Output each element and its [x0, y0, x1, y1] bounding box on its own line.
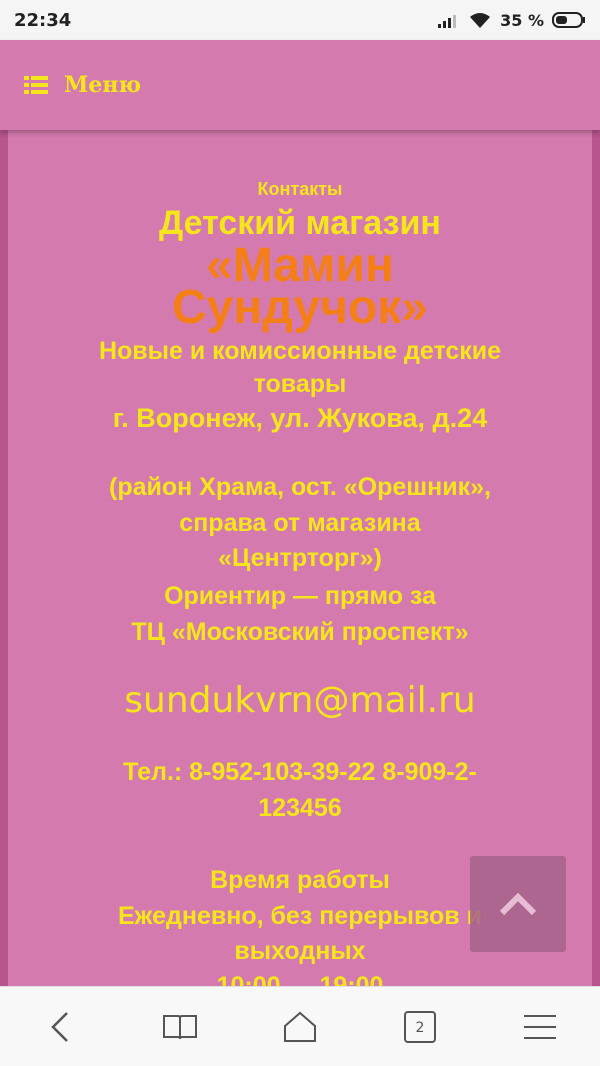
subtitle-line2: товары [253, 370, 347, 398]
tab-count: 2 [416, 1020, 425, 1036]
page-edge-right [592, 130, 600, 986]
phone-line2[interactable]: 123456 [8, 792, 592, 824]
page-edge-left [0, 130, 8, 986]
address: г. Воронеж, ул. Жукова, д.24 [112, 403, 488, 433]
status-time: 22:34 [14, 9, 72, 31]
tabs-icon: 2 [404, 1010, 436, 1043]
menu-icon [524, 1014, 556, 1039]
phone-line1[interactable]: Тел.: 8-952-103-39-22 8-909-2- [8, 756, 592, 788]
status-indicators: 35 % [438, 11, 586, 30]
home-icon [284, 1011, 316, 1042]
menu-label: Меню [64, 72, 142, 98]
battery-icon [552, 12, 585, 28]
home-button[interactable] [270, 997, 330, 1057]
directions-line: «Центрторг») [218, 544, 382, 572]
directions-line: (район Храма, ост. «Орешник», [109, 473, 491, 501]
status-bar: 22:34 35 % [0, 0, 600, 40]
list-icon [24, 76, 48, 94]
book-icon [163, 1014, 197, 1039]
contacts-heading: Контакты [257, 179, 343, 199]
subtitle-line1: Новые и комиссионные детские [98, 337, 502, 365]
signal-icon [438, 15, 457, 28]
browser-menu-button[interactable] [510, 997, 570, 1057]
browser-nav-bar: 2 [0, 986, 600, 1066]
hours-time: 10:00 — 19:00 [216, 972, 384, 986]
bookmarks-button[interactable] [150, 997, 210, 1057]
scroll-top-button[interactable] [470, 856, 566, 952]
menu-bar[interactable]: Меню [0, 40, 600, 130]
brand-name-line2: Сундучок» [171, 281, 428, 334]
directions-line: ТЦ «Московский проспект» [131, 618, 469, 646]
directions-line: справа от магазина [179, 509, 421, 537]
wifi-icon [470, 13, 491, 28]
chevron-up-icon [499, 892, 537, 916]
battery-percent: 35 % [500, 10, 544, 30]
shop-title: Детский магазин [159, 204, 441, 242]
back-icon [51, 1011, 68, 1042]
tabs-button[interactable]: 2 [390, 997, 450, 1057]
directions-line: Ориентир — прямо за [164, 582, 436, 610]
email-link[interactable]: sundukvrn@mail.ru [8, 680, 592, 721]
back-button[interactable] [30, 997, 90, 1057]
